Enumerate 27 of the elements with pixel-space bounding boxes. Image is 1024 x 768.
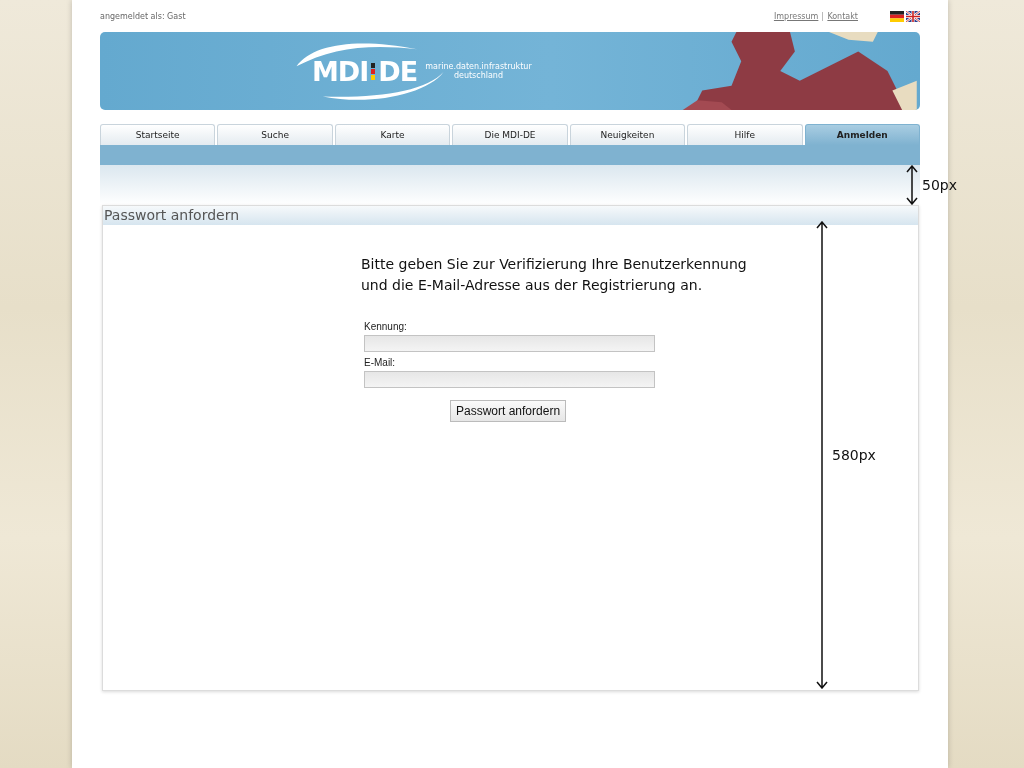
panel-title: Passwort anfordern: [103, 206, 918, 225]
nav-tab[interactable]: Startseite: [100, 124, 216, 145]
nav-tab[interactable]: Anmelden: [804, 124, 920, 145]
nav-tab[interactable]: Die MDI-DE: [452, 124, 568, 145]
header-link[interactable]: Impressum: [773, 11, 819, 21]
submit-button[interactable]: Passwort anfordern: [450, 400, 567, 422]
nav-tab[interactable]: Neuigkeiten: [569, 124, 686, 145]
dimension-label: 50px: [922, 177, 957, 193]
logo-tagline: marine.daten.infrastruktur: [425, 62, 532, 71]
nav-tab[interactable]: Suche: [217, 124, 333, 145]
nav-tab[interactable]: Karte: [334, 124, 451, 145]
flag-bars-icon: [371, 62, 376, 80]
dimension-arrow: [906, 165, 918, 205]
instruction-text: Bitte geben Sie zur Verifizierung Ihre Benutzerkennung und die E-Mail-Adresse aus der Registrierung an.: [361, 255, 748, 295]
input-field[interactable]: [364, 335, 655, 352]
flag-icon[interactable]: [906, 10, 920, 22]
dimension-label: 580px: [832, 447, 876, 463]
input-field[interactable]: [364, 371, 655, 388]
header-link[interactable]: Kontakt: [827, 11, 858, 21]
login-status: angemeldet als: Gast: [100, 11, 187, 21]
logo-text: DE: [378, 55, 418, 87]
flag-icon[interactable]: [890, 10, 904, 22]
logo-text: MDI: [312, 55, 369, 87]
nav-tab[interactable]: Hilfe: [687, 124, 803, 145]
field-label: Kennung:: [364, 321, 408, 332]
logo-tagline: deutschland: [453, 71, 503, 80]
field-label: E-Mail:: [364, 357, 397, 368]
